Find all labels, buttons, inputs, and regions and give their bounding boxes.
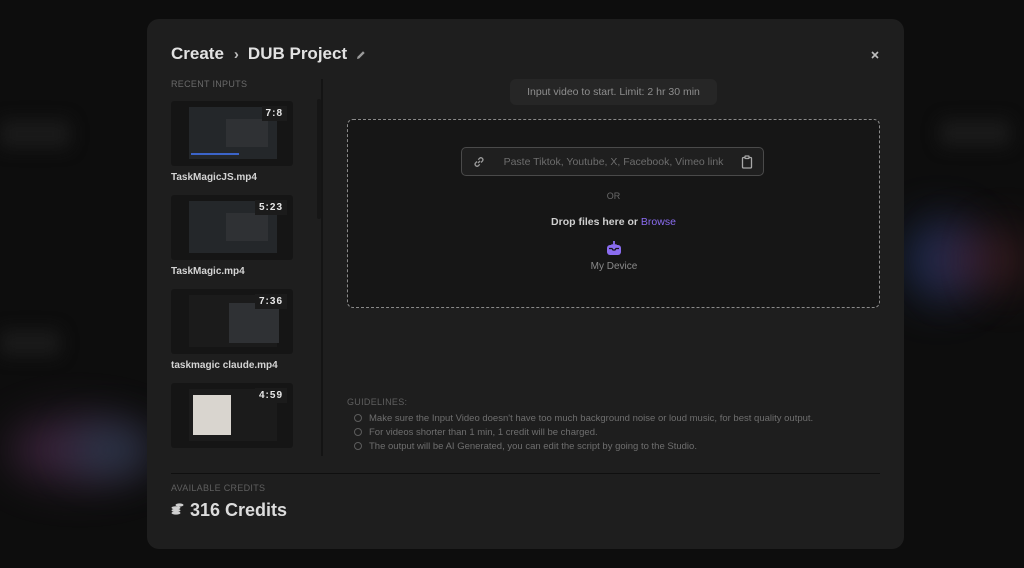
pencil-icon[interactable]: [355, 48, 367, 60]
recent-item[interactable]: 5:23 TaskMagic.mp4: [171, 195, 297, 277]
upload-inbox-icon: [587, 240, 641, 256]
breadcrumb-root[interactable]: Create: [171, 44, 224, 64]
credits-value: 316 Credits: [190, 500, 288, 520]
guidelines-title: GUIDELINES:: [347, 397, 408, 407]
credits-display: 316 Credits: [171, 500, 287, 521]
circle-bullet-icon: [354, 414, 362, 422]
circle-bullet-icon: [354, 428, 362, 436]
or-divider: OR: [606, 191, 621, 201]
my-device-label: My Device: [590, 261, 638, 272]
duration-badge: 5:23: [254, 200, 287, 215]
file-name: TaskMagicJS.mp4: [171, 172, 257, 183]
circle-bullet-icon: [354, 442, 362, 450]
drop-text: Drop files here or: [551, 216, 638, 228]
my-device-button[interactable]: My Device: [587, 240, 641, 272]
recent-inputs-list: 7:8 TaskMagicJS.mp4 5:23 TaskMagic.mp4 7…: [171, 101, 297, 456]
drop-instructions: Drop files here or Browse: [348, 216, 879, 228]
file-name: taskmagic claude.mp4: [171, 360, 278, 371]
video-thumbnail: 7:8: [171, 101, 293, 166]
video-thumbnail: 5:23: [171, 195, 293, 260]
guidelines: GUIDELINES: Make sure the Input Video do…: [347, 397, 867, 453]
coins-icon: [171, 502, 184, 520]
recent-item[interactable]: 7:8 TaskMagicJS.mp4: [171, 101, 297, 183]
limit-notice: Input video to start. Limit: 2 hr 30 min: [510, 79, 717, 105]
video-thumbnail: 4:59: [171, 383, 293, 448]
browse-link[interactable]: Browse: [641, 216, 676, 228]
chevron-right-icon: ›: [233, 45, 239, 63]
credits-label: AVAILABLE CREDITS: [171, 483, 266, 493]
footer-divider: [171, 473, 880, 474]
guideline-item: Make sure the Input Video doesn't have t…: [354, 411, 867, 425]
breadcrumb: Create › DUB Project: [171, 44, 367, 64]
project-title: DUB Project: [247, 44, 348, 63]
video-thumbnail: 7:36: [171, 289, 293, 354]
duration-badge: 4:59: [254, 388, 287, 403]
create-dub-modal: Create › DUB Project RECENT INPUTS 7:8 T…: [147, 19, 904, 549]
close-icon[interactable]: [868, 48, 882, 62]
file-name: TaskMagic.mp4: [171, 266, 245, 277]
recent-inputs-label: RECENT INPUTS: [171, 79, 248, 89]
file-dropzone[interactable]: OR Drop files here or Browse My Device: [347, 119, 880, 308]
link-input-field: [461, 147, 764, 176]
guideline-item: The output will be AI Generated, you can…: [354, 439, 867, 453]
column-divider: [321, 79, 323, 456]
link-icon: [472, 155, 486, 169]
duration-badge: 7:36: [254, 294, 287, 309]
duration-badge: 7:8: [261, 106, 287, 121]
link-input[interactable]: [486, 155, 741, 168]
clipboard-icon[interactable]: [741, 154, 753, 169]
recent-item[interactable]: 7:36 taskmagic claude.mp4: [171, 289, 297, 371]
guideline-item: For videos shorter than 1 min, 1 credit …: [354, 425, 867, 439]
recent-item[interactable]: 4:59: [171, 383, 297, 448]
